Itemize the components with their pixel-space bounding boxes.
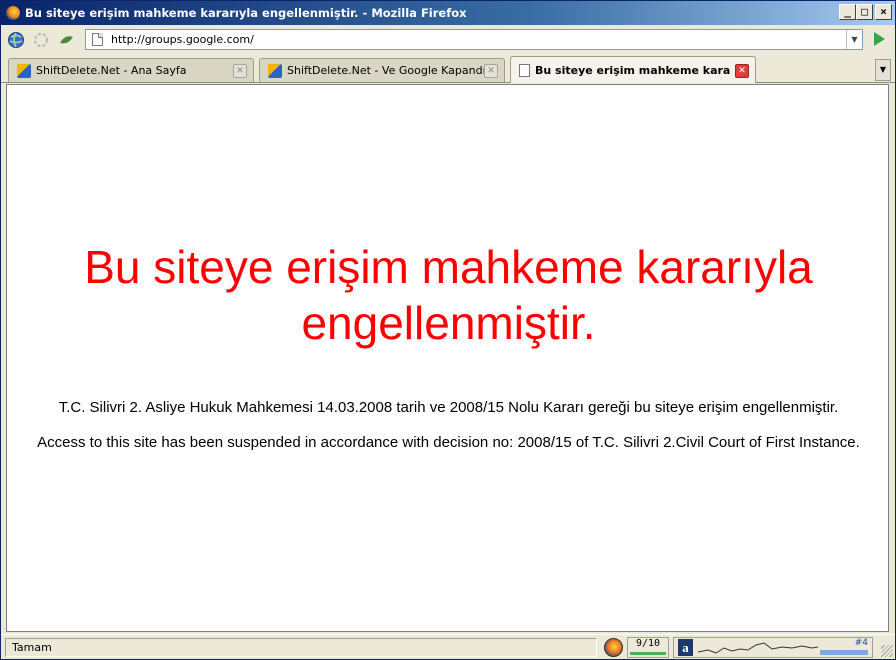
navigation-toolbar: http://groups.google.com/ ▼ (1, 26, 895, 54)
alexa-widget[interactable]: a #4 (673, 637, 873, 658)
headline-line-1: Bu siteye erişim mahkeme kararıyla (84, 241, 813, 293)
counter-text: 9/10 (635, 638, 661, 649)
tab-shiftdelete-home[interactable]: ShiftDelete.Net - Ana Sayfa ✕ (8, 58, 254, 82)
firefox-icon (5, 5, 21, 21)
firefox-status-icon[interactable] (604, 638, 623, 657)
status-text: Tamam (5, 638, 597, 657)
traffic-sparkline (698, 642, 818, 654)
close-button[interactable]: × (875, 4, 892, 20)
tab-active-blocked[interactable]: Bu siteye erişim mahkeme kararı... ✕ (510, 56, 756, 83)
tab-label: ShiftDelete.Net - Ve Google Kapandı! (287, 64, 491, 77)
page-icon (92, 33, 103, 46)
block-headline: Bu siteye erişim mahkeme kararıyla engel… (7, 239, 890, 351)
alexa-icon: a (678, 639, 693, 656)
minimize-button[interactable]: _ (839, 4, 856, 20)
alexa-bar (820, 650, 868, 655)
counter-bar (630, 652, 666, 655)
tab-label: ShiftDelete.Net - Ana Sayfa (36, 64, 187, 77)
window-controls: _ □ × (839, 4, 892, 20)
shiftdelete-favicon-icon (268, 63, 282, 78)
url-text[interactable]: http://groups.google.com/ (111, 33, 254, 46)
reload-icon[interactable] (31, 30, 51, 50)
browser-window: Bu siteye erişim mahkeme kararıyla engel… (0, 0, 896, 660)
tab-bar: ShiftDelete.Net - Ana Sayfa ✕ ShiftDelet… (1, 55, 895, 83)
window-title: Bu siteye erişim mahkeme kararıyla engel… (25, 6, 467, 20)
tab-list-chevron-icon[interactable]: ▼ (875, 59, 891, 81)
tab-shiftdelete-google[interactable]: ShiftDelete.Net - Ve Google Kapandı! ✕ (259, 58, 505, 82)
leaf-icon[interactable] (56, 30, 76, 50)
chevron-down-icon[interactable]: ▼ (846, 30, 862, 49)
tab-label: Bu siteye erişim mahkeme kararı... (535, 63, 731, 77)
alexa-rank: #4 (854, 638, 868, 648)
page-favicon-icon (519, 63, 530, 77)
go-arrow-icon[interactable] (874, 32, 885, 46)
headline-line-2: engellenmiştir. (301, 297, 596, 349)
status-bar: Tamam 9/10 a #4 (1, 634, 895, 659)
resize-grip-icon[interactable] (881, 645, 893, 657)
notice-english: Access to this site has been suspended i… (37, 434, 860, 451)
tab-close-icon[interactable]: ✕ (233, 64, 247, 78)
title-bar[interactable]: Bu siteye erişim mahkeme kararıyla engel… (1, 1, 895, 25)
maximize-button[interactable]: □ (856, 4, 873, 20)
tab-close-icon[interactable]: ✕ (484, 64, 498, 78)
notice-turkish: T.C. Silivri 2. Asliye Hukuk Mahkemesi 1… (58, 399, 839, 416)
globe-icon[interactable] (6, 30, 26, 50)
counter-widget[interactable]: 9/10 (627, 637, 669, 658)
shiftdelete-favicon-icon (17, 63, 31, 78)
tab-close-icon[interactable]: ✕ (735, 64, 749, 78)
page-content: Bu siteye erişim mahkeme kararıyla engel… (6, 84, 889, 632)
url-bar[interactable]: http://groups.google.com/ ▼ (85, 29, 863, 50)
